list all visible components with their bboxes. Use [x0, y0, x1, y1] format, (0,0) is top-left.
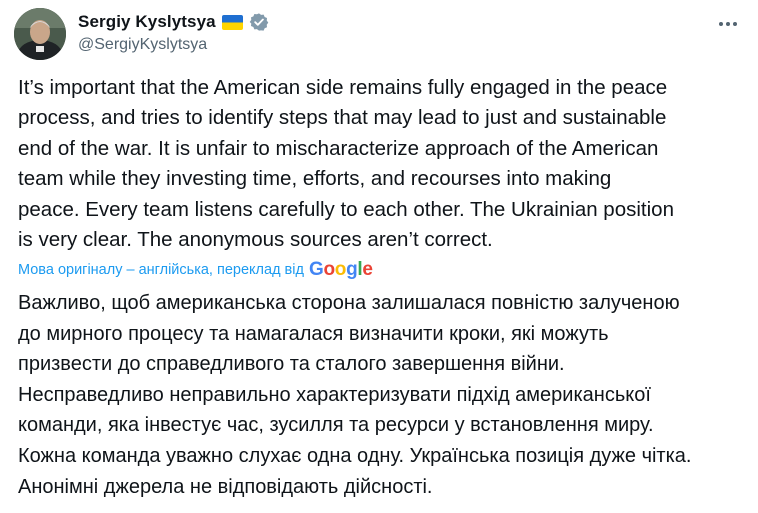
avatar-image [14, 8, 66, 60]
translation-note[interactable]: Мова оригіналу – англійська, переклад ві… [18, 258, 373, 282]
tweet-text: It’s important that the American side re… [18, 76, 674, 252]
display-name[interactable]: Sergiy Kyslytsya [78, 12, 216, 32]
author-names: Sergiy Kyslytsya @SergiyKyslytsya [78, 10, 269, 54]
name-row: Sergiy Kyslytsya [78, 10, 269, 34]
translated-tweet-text: Важливо, щоб американська сторона залиша… [18, 292, 692, 498]
google-logo: Google [308, 259, 373, 280]
ukraine-flag-icon [221, 14, 243, 30]
tweet-card: Sergiy Kyslytsya @SergiyKyslytsya It’s i… [0, 0, 758, 513]
tweet-header: Sergiy Kyslytsya @SergiyKyslytsya [14, 8, 744, 60]
translation-note-text[interactable]: Мова оригіналу – англійська, переклад ві… [18, 262, 304, 278]
author-handle[interactable]: @SergiyKyslytsya [78, 36, 269, 54]
more-options-icon[interactable] [716, 12, 740, 36]
verified-badge-icon[interactable] [249, 12, 269, 32]
avatar[interactable] [14, 8, 66, 60]
